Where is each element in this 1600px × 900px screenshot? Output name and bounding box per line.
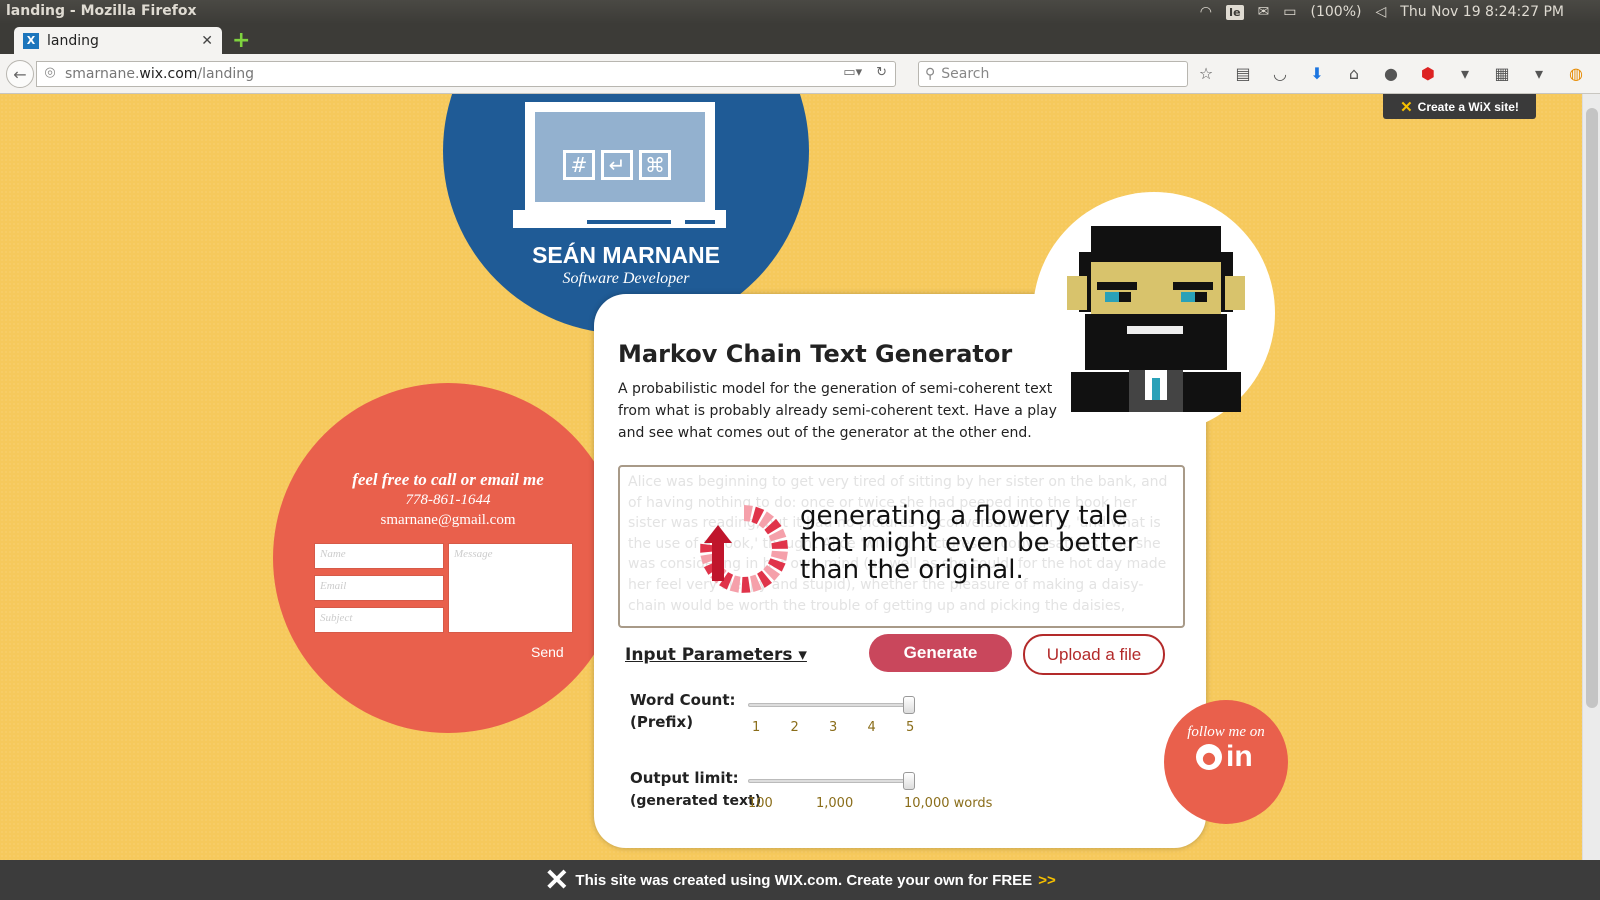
url-prefix: smarnane.	[65, 66, 140, 82]
linkedin-icon[interactable]: in	[1226, 740, 1253, 774]
system-top-bar: landing - Mozilla Firefox ◠ Ie ✉ ▭ (100%…	[0, 0, 1600, 24]
close-tab-icon[interactable]: ✕	[201, 33, 213, 49]
loading-spinner-icon	[700, 505, 788, 593]
output-limit-sublabel: (generated text)	[630, 793, 762, 809]
scrollbar-thumb[interactable]	[1586, 108, 1598, 708]
wix-footer-banner[interactable]: ✕ This site was created using WIX.com. C…	[0, 860, 1600, 900]
svg-text:↵: ↵	[609, 153, 626, 177]
home-icon[interactable]: ⌂	[1344, 64, 1364, 83]
bookmark-star-icon[interactable]: ☆	[1196, 64, 1216, 83]
generate-button[interactable]: Generate	[869, 634, 1012, 672]
upload-file-button[interactable]: Upload a file	[1023, 634, 1165, 675]
output-limit-tick: 100	[748, 796, 773, 811]
github-icon[interactable]: ●	[1196, 744, 1222, 770]
navigation-bar: ← ◎ smarnane. wix.com/landing ▭▾ ↻ ⚲ Sear…	[0, 54, 1600, 94]
keyboard-layout-indicator[interactable]: Ie	[1226, 4, 1244, 20]
generator-description: A probabilistic model for the generation…	[618, 381, 1057, 441]
contact-phone: 778-861-1644	[405, 492, 491, 508]
output-limit-tick: 10,000 words	[904, 796, 993, 811]
reader-view-icon[interactable]: ▭▾	[843, 65, 862, 80]
battery-percentage: (100%)	[1310, 4, 1362, 20]
volume-icon[interactable]: ◁	[1375, 4, 1386, 20]
laptop-icon: # ↵ ⌘	[513, 102, 726, 228]
downloads-icon[interactable]: ⬇	[1307, 64, 1327, 83]
url-bar[interactable]: ◎ smarnane. wix.com/landing ▭▾ ↻	[36, 61, 896, 87]
chat-icon[interactable]: ●	[1381, 64, 1401, 83]
social-links: ● in	[1196, 740, 1253, 774]
profile-name: SEÁN MARNANE	[532, 242, 720, 268]
wifi-icon[interactable]: ◠	[1200, 4, 1212, 20]
contact-subject-field[interactable]: Subject	[314, 607, 444, 633]
site-identity-icon[interactable]: ◎	[41, 65, 59, 83]
tab-title: landing	[47, 32, 99, 49]
url-domain: wix.com	[139, 66, 198, 82]
avatar	[1067, 226, 1245, 412]
tab-bar: X landing ✕ +	[0, 24, 1600, 54]
system-tray: ◠ Ie ✉ ▭ (100%) ◁ Thu Nov 19 8:24:27 PM	[1200, 0, 1600, 24]
input-parameters-toggle[interactable]: Input Parameters ▾	[625, 645, 807, 665]
dropdown-icon-2[interactable]: ▾	[1529, 64, 1549, 83]
mail-icon[interactable]: ✉	[1258, 4, 1270, 20]
word-count-label: Word Count:	[630, 691, 736, 709]
word-count-tick: 4	[867, 720, 876, 735]
search-bar[interactable]: ⚲ Search	[918, 61, 1188, 87]
wix-footer-more: >>	[1038, 871, 1056, 889]
wix-favicon-icon: X	[23, 32, 39, 49]
adblock-icon[interactable]: ⬢	[1418, 64, 1438, 83]
tab-landing[interactable]: X landing ✕	[14, 27, 222, 54]
spinner-segment	[771, 539, 788, 549]
svg-text:#: #	[571, 153, 588, 177]
pocket-icon[interactable]: ◡	[1270, 64, 1290, 83]
create-wix-site-badge[interactable]: ✕ Create a WiX site!	[1383, 94, 1536, 119]
word-count-tick: 5	[906, 720, 915, 735]
addon-off-icon[interactable]: ◍	[1566, 64, 1586, 83]
word-count-slider-handle[interactable]	[903, 696, 915, 714]
contact-name-field[interactable]: Name	[314, 543, 444, 569]
svg-text:⌘: ⌘	[645, 153, 665, 177]
wix-logo-icon: ✕	[1400, 98, 1413, 116]
contact-title: feel free to call or email me	[352, 470, 544, 489]
window-title: landing - Mozilla Firefox	[6, 3, 197, 19]
loading-message: generating a flowery tale that might eve…	[800, 501, 1138, 585]
contact-message-field[interactable]: Message	[448, 543, 573, 633]
word-count-tick: 1	[752, 720, 761, 735]
output-limit-slider[interactable]	[748, 779, 910, 783]
word-count-slider[interactable]	[748, 703, 910, 707]
extension-icon[interactable]: ▦	[1492, 64, 1512, 83]
dropdown-icon[interactable]: ▾	[1455, 64, 1475, 83]
output-limit-tick: 1,000	[816, 796, 854, 811]
clock[interactable]: Thu Nov 19 8:24:27 PM	[1400, 4, 1564, 20]
search-icon: ⚲	[925, 66, 936, 82]
page-content: ✕ Create a WiX site! # ↵ ⌘ SEÁN MARNANE S…	[0, 94, 1582, 860]
toolbar: ☆ ▤ ◡ ⬇ ⌂ ● ⬢ ▾ ▦ ▾ ◍ ☰	[1196, 64, 1600, 83]
search-input[interactable]: Search	[941, 66, 989, 82]
follow-label: follow me on	[1187, 724, 1265, 740]
word-count-tick: 2	[790, 720, 799, 735]
output-limit-slider-handle[interactable]	[903, 772, 915, 790]
battery-icon[interactable]: ▭	[1283, 4, 1296, 20]
wix-logo-icon: ✕	[544, 863, 570, 897]
page-scrollbar[interactable]	[1582, 94, 1600, 860]
contact-email[interactable]: smarnane@gmail.com	[273, 512, 623, 529]
reading-list-icon[interactable]: ▤	[1233, 64, 1253, 83]
send-button[interactable]: Send	[531, 644, 564, 660]
wix-footer-text: This site was created using WIX.com. Cre…	[575, 871, 1033, 889]
output-limit-label: Output limit:	[630, 769, 739, 787]
spinner-segment	[741, 576, 751, 593]
generator-title: Markov Chain Text Generator	[618, 340, 1013, 368]
reload-icon[interactable]: ↻	[876, 65, 887, 80]
new-tab-plus-icon[interactable]: +	[232, 28, 250, 53]
spinner-segment	[744, 505, 753, 522]
word-count-tick: 3	[829, 720, 838, 735]
url-path: /landing	[197, 66, 255, 82]
profile-role: Software Developer	[562, 270, 690, 287]
back-arrow-icon[interactable]: ←	[6, 60, 34, 88]
spinner-segment	[771, 550, 788, 561]
contact-email-field[interactable]: Email	[314, 575, 444, 601]
word-count-sublabel: (Prefix)	[630, 713, 694, 731]
